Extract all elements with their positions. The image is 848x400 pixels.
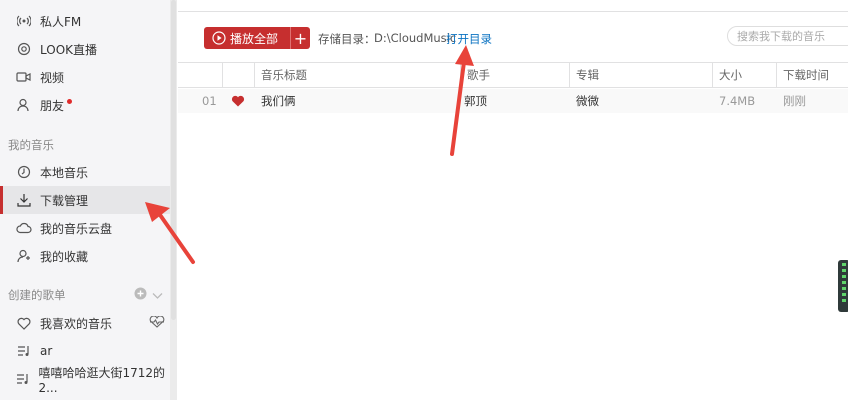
header-divider	[178, 11, 848, 12]
sidebar: 私人FM LOOK直播 视频 朋友 我的音乐 本地音乐 下载管理 我的音乐云盘 …	[0, 0, 171, 400]
table-row[interactable]: 01 我们俩 郭顶 微微 7.4MB 刚刚	[178, 89, 848, 113]
column-like	[222, 63, 255, 87]
column-header-album[interactable]: 专辑	[569, 63, 712, 87]
play-all-label: 播放全部	[230, 31, 279, 46]
sidebar-item-download[interactable]: 下载管理	[0, 186, 170, 214]
sidebar-item-video[interactable]: 视频	[0, 63, 170, 91]
song-title: 我们俩	[261, 94, 296, 108]
sidebar-item-label: 本地音乐	[40, 165, 89, 180]
download-icon	[16, 192, 32, 208]
playlist-liked[interactable]: 我喜欢的音乐	[0, 309, 170, 337]
sidebar-item-label: 我的音乐云盘	[40, 221, 113, 236]
floating-tool-widget[interactable]	[838, 260, 848, 312]
playlist-icon	[16, 343, 32, 359]
liked-heart-icon[interactable]	[231, 95, 245, 107]
play-all-button[interactable]: 播放全部	[204, 27, 290, 49]
local-music-icon	[16, 164, 32, 180]
column-header-time[interactable]: 下载时间	[776, 63, 848, 87]
row-index: 01	[202, 94, 217, 108]
sidebar-item-label: 我喜欢的音乐	[40, 316, 113, 331]
live-icon	[16, 41, 32, 57]
sidebar-item-fm[interactable]: 私人FM	[0, 7, 170, 35]
sidebar-item-label: 视频	[40, 70, 65, 85]
sidebar-item-label: 朋友	[40, 98, 65, 113]
column-header-title[interactable]: 音乐标题	[254, 63, 461, 87]
sidebar-item-collection[interactable]: 我的收藏	[0, 242, 170, 270]
sidebar-item-label: 嘻嘻哈哈逛大街1712的2...	[38, 365, 165, 395]
song-artist[interactable]: 郭顶	[464, 89, 487, 113]
sidebar-item-friends[interactable]: 朋友	[0, 91, 170, 119]
open-dir-link[interactable]: 打开目录	[446, 31, 492, 47]
play-all-button-group: 播放全部 +	[204, 27, 310, 49]
collection-icon	[16, 248, 32, 264]
sidebar-item-label: ar	[40, 344, 53, 358]
heart-outline-icon	[16, 315, 32, 331]
storage-dir-path: D:\CloudMusic	[374, 31, 457, 45]
song-size: 7.4MB	[719, 94, 756, 108]
sidebar-item-label: 私人FM	[40, 14, 82, 29]
song-download-time: 刚刚	[783, 94, 806, 108]
song-album[interactable]: 微微	[576, 89, 599, 113]
section-heading-playlists: 创建的歌单	[8, 288, 66, 302]
sidebar-item-live[interactable]: LOOK直播	[0, 35, 170, 63]
cloud-icon	[16, 220, 32, 236]
chevron-down-icon[interactable]	[152, 289, 163, 303]
heartbeat-mode-icon[interactable]	[148, 315, 166, 331]
sidebar-item-local-music[interactable]: 本地音乐	[0, 158, 170, 186]
add-playlist-icon[interactable]	[134, 287, 147, 303]
play-circle-icon	[212, 31, 226, 45]
table-header: 音乐标题 歌手 专辑 大小 下载时间	[178, 62, 848, 88]
storage-dir-label: 存储目录：	[318, 32, 376, 46]
sidebar-scrollbar-thumb[interactable]	[171, 0, 176, 320]
column-header-size[interactable]: 大小	[712, 63, 777, 87]
section-heading-my-music: 我的音乐	[8, 138, 54, 152]
sidebar-item-label: 我的收藏	[40, 249, 89, 264]
search-input[interactable]: 搜索我下载的音乐	[727, 26, 848, 46]
video-icon	[16, 69, 32, 85]
sidebar-item-label: 下载管理	[40, 193, 89, 208]
radio-icon	[16, 13, 32, 29]
sidebar-item-cloud[interactable]: 我的音乐云盘	[0, 214, 170, 242]
notification-dot	[67, 98, 73, 104]
add-to-queue-button[interactable]: +	[291, 27, 310, 49]
playlist-item[interactable]: 嘻嘻哈哈逛大街1712的2...	[0, 365, 170, 395]
playlist-icon	[16, 371, 30, 387]
sidebar-item-label: LOOK直播	[40, 42, 98, 57]
playlist-item[interactable]: ar	[0, 337, 170, 365]
column-header-artist[interactable]: 歌手	[460, 63, 573, 87]
friends-icon	[16, 97, 32, 113]
